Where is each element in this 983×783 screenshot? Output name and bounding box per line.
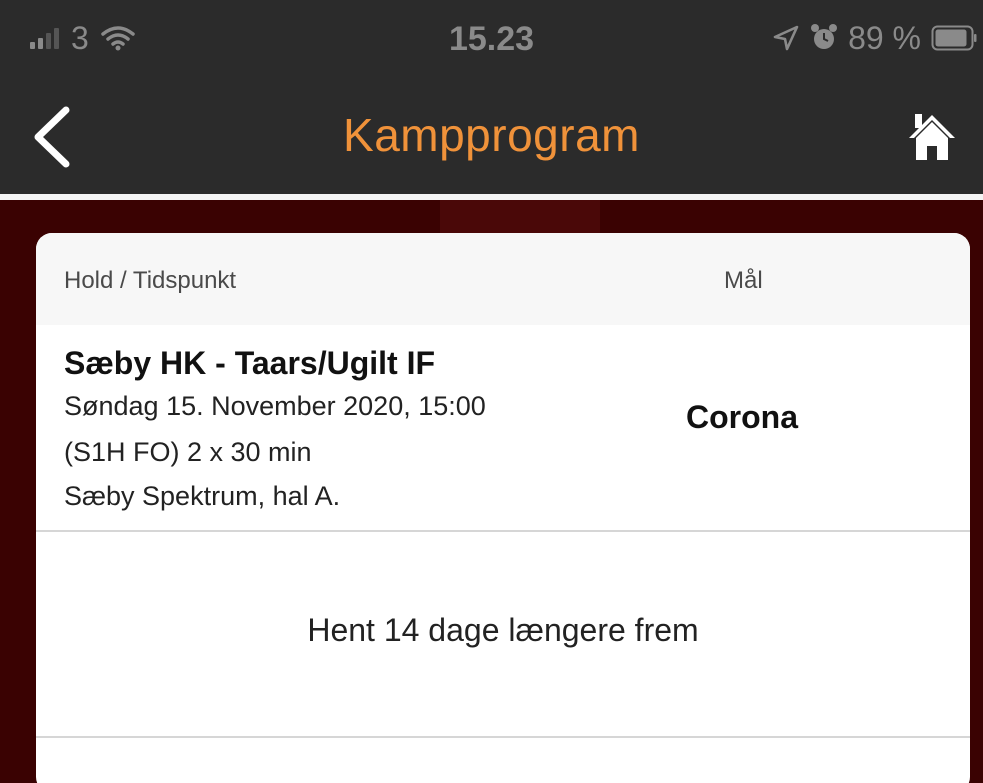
- battery-icon: [931, 25, 977, 51]
- alarm-icon: [811, 24, 838, 49]
- nav-bar: Kampprogram: [0, 82, 983, 194]
- load-more-label: Hent 14 dage længere frem: [307, 611, 699, 648]
- row-divider: [36, 736, 970, 738]
- load-more-button[interactable]: Hent 14 dage længere frem: [36, 532, 970, 736]
- match-schedule-card: Hold / Tidspunkt Mål Sæby HK - Taars/Ugi…: [36, 233, 970, 783]
- column-header-team-time: Hold / Tidspunkt: [64, 267, 237, 294]
- table-header: Hold / Tidspunkt Mål: [36, 233, 970, 325]
- match-result: Corona: [686, 399, 798, 435]
- status-right: 89 %: [772, 20, 977, 56]
- match-format: (S1H FO) 2 x 30 min: [64, 437, 312, 467]
- status-bar: 3 15.23 89 %: [0, 0, 983, 82]
- column-header-goals: Mål: [724, 267, 763, 294]
- battery-percentage: 89 %: [848, 19, 921, 56]
- match-teams: Sæby HK - Taars/Ugilt IF: [64, 345, 436, 381]
- app-screen: 3 15.23 89 % Kampprogram Hold / Tidspunk…: [0, 0, 983, 783]
- match-datetime: Søndag 15. November 2020, 15:00: [64, 391, 486, 421]
- match-row[interactable]: Sæby HK - Taars/Ugilt IF Søndag 15. Nove…: [36, 325, 970, 530]
- home-icon[interactable]: [907, 112, 957, 162]
- match-venue: Sæby Spektrum, hal A.: [64, 481, 341, 511]
- page-title: Kampprogram: [343, 109, 640, 161]
- location-arrow-icon: [773, 25, 799, 51]
